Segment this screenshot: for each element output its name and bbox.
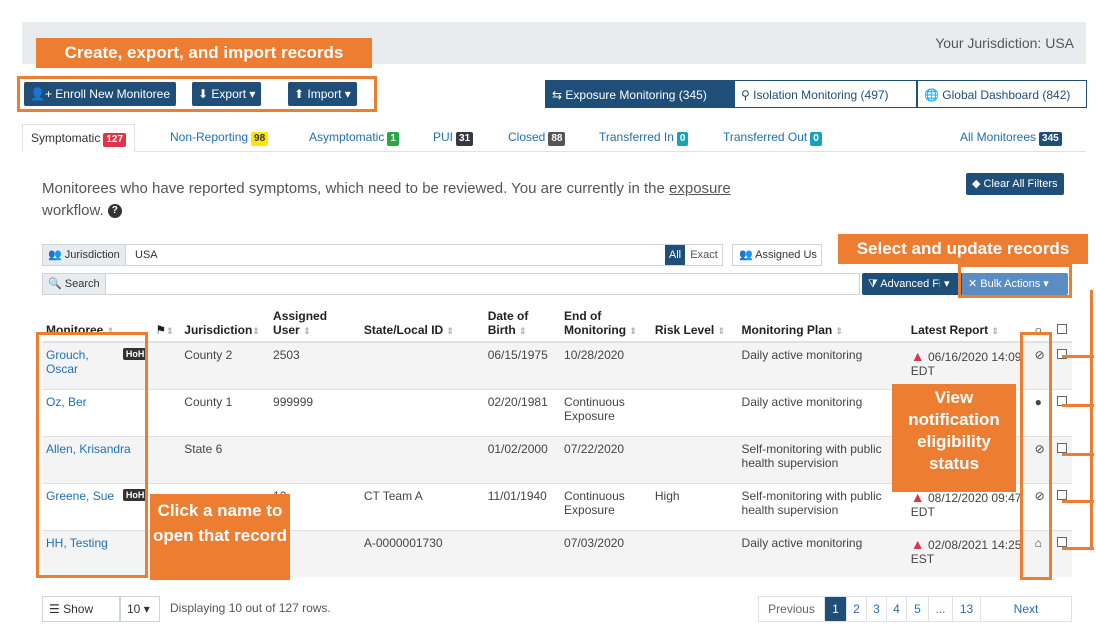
arrow-connector xyxy=(1090,290,1093,550)
warning-icon: ▲ xyxy=(910,348,925,364)
show-per-page[interactable]: ☰ Show xyxy=(42,596,120,622)
page-5[interactable]: 5 xyxy=(907,597,929,621)
exposure-link[interactable]: exposure xyxy=(669,180,731,197)
tab-all-monitorees[interactable]: All Monitorees 345 xyxy=(960,124,1062,152)
tab-transferred-in[interactable]: Transferred In 0 xyxy=(599,124,689,152)
jurisdiction-filter[interactable]: 👥 Jurisdiction USA All Exact xyxy=(42,244,723,266)
annotation-bulk-box xyxy=(958,264,1072,298)
annotation-select: Select and update records xyxy=(838,234,1088,264)
annotation-create: Create, export, and import records xyxy=(36,38,372,68)
page-4[interactable]: 4 xyxy=(887,597,907,621)
jurisdiction-label: 👥 Jurisdiction xyxy=(43,245,126,265)
tab-symptomatic[interactable]: Symptomatic 127 xyxy=(22,124,136,152)
table-header-row: Monitoree ⇕ ⚑⇕ Jurisdiction⇕ Assigned Us… xyxy=(42,298,1072,343)
search-label: 🔍 Search xyxy=(43,274,106,294)
page-3[interactable]: 3 xyxy=(867,597,887,621)
previous-page[interactable]: Previous xyxy=(759,597,825,621)
isolation-icon: ⚲ xyxy=(741,88,750,102)
scope-exact-button[interactable]: Exact xyxy=(688,245,720,265)
flag-icon[interactable]: ⚑⇕ xyxy=(151,298,181,343)
page-2[interactable]: 2 xyxy=(847,597,867,621)
annotation-view: View notification eligibility status xyxy=(892,384,1016,492)
tab-exposure-monitoring[interactable]: ⇆ Exposure Monitoring (345) xyxy=(545,80,734,108)
users-icon: 👥 xyxy=(48,249,62,261)
line-list-tabs: Symptomatic 127 Non-Reporting 98 Asymptoma… xyxy=(22,124,1086,152)
people-arrows-icon: ⇆ xyxy=(552,88,563,102)
tab-transferred-out[interactable]: Transferred Out 0 xyxy=(723,124,822,152)
eraser-icon: ◆ xyxy=(972,178,981,190)
tab-closed[interactable]: Closed 88 xyxy=(508,124,566,152)
scope-all-button[interactable]: All xyxy=(665,245,685,265)
workflow-description: Monitorees who have reported symptoms, w… xyxy=(42,180,731,219)
displaying-text: Displaying 10 out of 127 rows. xyxy=(170,601,331,615)
clear-all-filters-button[interactable]: ◆ Clear All Filters xyxy=(966,173,1064,195)
row-checkbox[interactable] xyxy=(1057,442,1068,453)
col-dob[interactable]: Date of Birth ⇕ xyxy=(483,298,561,343)
col-latest-report[interactable]: Latest Report ⇕ xyxy=(906,298,1031,343)
col-jurisdiction[interactable]: Jurisdiction⇕ xyxy=(180,298,270,343)
globe-icon: 🌐 xyxy=(924,88,939,102)
col-local-id[interactable]: State/Local ID ⇕ xyxy=(359,298,484,343)
page-ellipsis: ... xyxy=(929,597,953,621)
pagination: Previous 1 2 3 4 5 ... 13 Next xyxy=(758,596,1072,622)
annotation-names-box xyxy=(36,332,148,578)
annotation-icons-box xyxy=(1020,332,1052,580)
table-row: HoH Grouch, Oscar County 2 2503 06/15/197… xyxy=(42,341,1072,389)
assigned-user-filter[interactable]: 👥 Assigned Us xyxy=(732,244,822,266)
advanced-filter-dropdown[interactable]: ▾ xyxy=(940,273,958,295)
page-13[interactable]: 13 xyxy=(953,597,981,621)
users-icon: 👥 xyxy=(739,249,753,261)
per-page-select[interactable]: 10 ▾ xyxy=(120,596,160,622)
jurisdiction-value[interactable]: USA xyxy=(135,245,158,265)
tab-isolation-monitoring[interactable]: ⚲ Isolation Monitoring (497) xyxy=(734,80,917,108)
col-plan[interactable]: Monitoring Plan ⇕ xyxy=(737,298,907,343)
tab-global-dashboard[interactable]: 🌐 Global Dashboard (842) xyxy=(917,80,1087,108)
search-icon: 🔍 xyxy=(48,278,62,290)
page-1[interactable]: 1 xyxy=(825,597,847,621)
annotation-toolbar-box xyxy=(17,76,377,112)
select-all-checkbox[interactable] xyxy=(1053,298,1072,343)
warning-icon: ▲ xyxy=(910,535,925,552)
col-assigned-user[interactable]: Assigned User ⇕ xyxy=(269,298,360,343)
tab-pui[interactable]: PUI 31 xyxy=(433,124,474,152)
row-checkbox[interactable] xyxy=(1057,489,1068,500)
next-page[interactable]: Next xyxy=(981,597,1071,621)
jurisdiction-title: Your Jurisdiction: USA xyxy=(935,35,1074,51)
list-icon: ☰ xyxy=(49,602,60,616)
tab-asymptomatic[interactable]: Asymptomatic 1 xyxy=(309,124,399,152)
row-checkbox[interactable] xyxy=(1057,536,1068,547)
search-input[interactable]: 🔍 Search xyxy=(42,273,860,295)
col-end-monitoring[interactable]: End of Monitoring ⇕ xyxy=(560,298,651,343)
col-risk[interactable]: Risk Level ⇕ xyxy=(650,298,738,343)
tab-non-reporting[interactable]: Non-Reporting 98 xyxy=(170,124,269,152)
annotation-click: Click a name to open that record xyxy=(150,494,290,580)
filter-icon: ⧩ xyxy=(868,278,878,290)
help-icon[interactable]: ? xyxy=(107,204,122,219)
